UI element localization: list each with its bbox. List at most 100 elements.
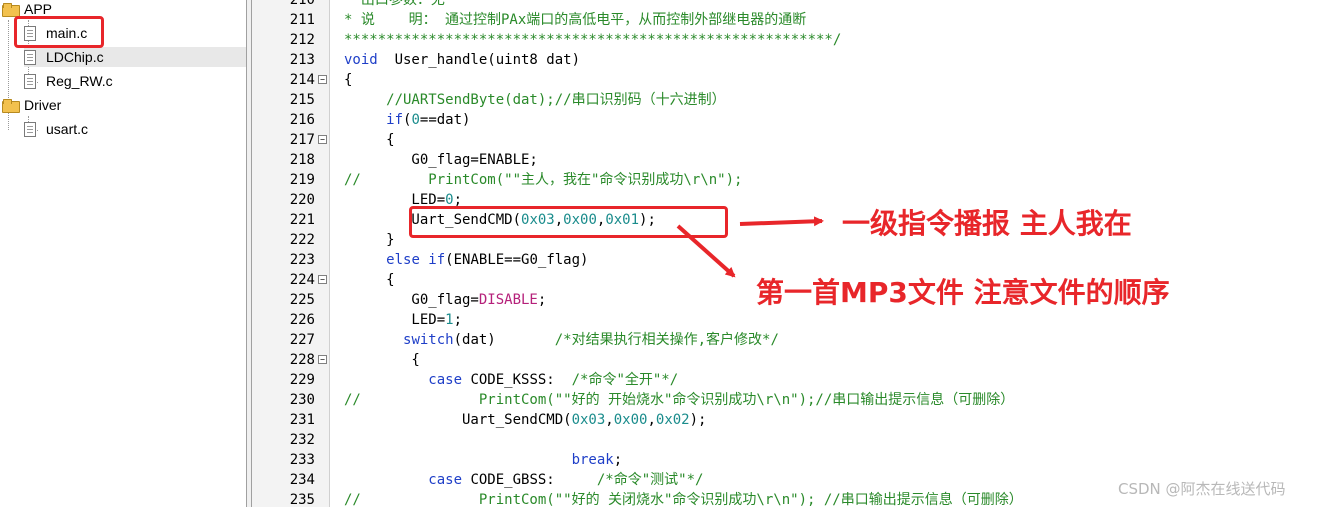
line-number: 228: [289, 352, 315, 368]
code-token: LED=: [344, 312, 446, 328]
line-number: 214: [289, 72, 315, 88]
code-token: //UARTSendByte(dat);//串口识别码（十六进制）: [344, 92, 726, 108]
code-token: ,: [647, 412, 656, 428]
fold-toggle-icon[interactable]: −: [318, 355, 327, 364]
line-number: 218: [289, 152, 315, 168]
line-number: 210: [289, 0, 315, 8]
line-number: 217: [289, 132, 315, 148]
annotation-label-2: 第一首MP3文件 注意文件的顺序: [756, 276, 1170, 309]
code-token: CODE_KSSS:: [462, 372, 572, 388]
code-line: // PrintCom(""好的 开始烧水"命令识别成功\r\n");//串口输…: [344, 390, 1014, 410]
line-number: 223: [289, 252, 315, 268]
code-line: G0_flag=DISABLE;: [344, 290, 546, 310]
code-token: break: [571, 452, 614, 468]
line-number: 222: [289, 232, 315, 248]
line-number: 234: [289, 472, 315, 488]
code-token: User_handle(uint8 dat): [377, 52, 581, 68]
code-token: /*对结果执行相关操作,客户修改*/: [554, 332, 779, 348]
line-number: 221: [289, 212, 315, 228]
code-token: /*命令"全开"*/: [571, 372, 679, 388]
code-line: {: [344, 350, 420, 370]
code-line: LED=1;: [344, 310, 462, 330]
line-number: 231: [289, 412, 315, 428]
code-line: void User_handle(uint8 dat): [344, 50, 580, 70]
code-token: if: [386, 112, 404, 128]
tree-folder-driver[interactable]: Driver: [2, 95, 61, 115]
code-line: {: [344, 70, 352, 90]
tree-file-ldchip-c[interactable]: LDChip.c: [24, 47, 246, 67]
code-line: case CODE_KSSS: /*命令"全开"*/: [344, 370, 678, 390]
tree-item-label: APP: [24, 1, 53, 17]
watermark: CSDN @阿杰在线送代码: [1118, 480, 1286, 498]
code-line: Uart_SendCMD(0x03,0x00,0x02);: [344, 410, 706, 430]
code-token: ,: [605, 412, 614, 428]
line-number: 220: [289, 192, 315, 208]
code-token: {: [344, 352, 420, 368]
code-line: switch(dat) /*对结果执行相关操作,客户修改*/: [344, 330, 779, 350]
line-number: 229: [289, 372, 315, 388]
folder-icon: [2, 99, 20, 113]
line-number: 215: [289, 92, 315, 108]
code-token: ;: [537, 292, 547, 308]
line-number: 230: [289, 392, 315, 408]
file-icon: [24, 121, 36, 137]
code-token: // PrintCom(""好的 关闭烧水"命令识别成功\r\n"); //串口…: [344, 492, 1023, 507]
code-line: * 说 明： 通过控制PAx端口的高低电平，从而控制外部继电器的通断: [344, 10, 806, 30]
tree-item-label: LDChip.c: [46, 49, 104, 65]
code-token: case: [428, 472, 463, 488]
code-token: {: [344, 132, 395, 148]
file-icon: [24, 73, 36, 89]
code-token: 0: [411, 112, 420, 128]
code-editor[interactable]: * 出口参数：无 * 说 明： 通过控制PAx端口的高低电平，从而控制外部继电器的…: [330, 0, 1327, 507]
code-token: G0_flag=ENABLE;: [344, 152, 538, 168]
code-token: DISABLE: [478, 292, 538, 308]
code-token: {: [344, 272, 395, 288]
line-number: 232: [289, 432, 315, 448]
code-token: // PrintCom(""主人，我在"命令识别成功\r\n");: [344, 172, 743, 188]
code-token: ;: [613, 452, 623, 468]
code-token: Uart_SendCMD(: [344, 412, 572, 428]
code-token: }: [344, 232, 395, 248]
code-token: case: [428, 372, 463, 388]
highlight-box-uart-sendcmd: [409, 206, 728, 238]
code-token: 0x00: [613, 412, 648, 428]
code-token: {: [344, 72, 353, 88]
line-number: 233: [289, 452, 315, 468]
fold-toggle-icon[interactable]: −: [318, 275, 327, 284]
line-number-gutter: 210 211 212 213 214−215 216 217−218 219 220 221 22…: [252, 0, 330, 507]
code-token: (dat): [453, 332, 555, 348]
code-token: else if: [386, 252, 446, 268]
code-token: ****************************************…: [344, 32, 842, 48]
code-line: else if(ENABLE==G0_flag): [344, 250, 588, 270]
annotation-label-1: 一级指令播报 主人我在: [842, 207, 1132, 240]
fold-toggle-icon[interactable]: −: [318, 135, 327, 144]
tree-file-usart-c[interactable]: usart.c: [24, 119, 88, 139]
code-token: ;: [453, 312, 463, 328]
line-number: 211: [289, 12, 315, 28]
line-number: 235: [289, 492, 315, 507]
code-token: (ENABLE==G0_flag): [445, 252, 589, 268]
code-token: 0x02: [655, 412, 690, 428]
code-line: if(0==dat): [344, 110, 470, 130]
project-tree: APP main.c LDChip.c Reg_RW.c Driver usar…: [0, 0, 246, 507]
file-icon: [24, 49, 36, 65]
code-line: }: [344, 230, 395, 250]
line-number: 226: [289, 312, 315, 328]
code-token: * 说 明： 通过控制PAx端口的高低电平，从而控制外部继电器的通断: [344, 12, 807, 28]
tree-item-label: usart.c: [46, 121, 89, 137]
code-token: 0x03: [571, 412, 606, 428]
line-number: 224: [289, 272, 315, 288]
tree-file-reg-rw-c[interactable]: Reg_RW.c: [24, 71, 113, 91]
fold-toggle-icon[interactable]: −: [318, 75, 327, 84]
tree-item-label: Driver: [24, 97, 62, 113]
line-number: 216: [289, 112, 315, 128]
code-line: {: [344, 270, 395, 290]
line-number: 227: [289, 332, 315, 348]
code-line: //UARTSendByte(dat);//串口识别码（十六进制）: [344, 90, 726, 110]
line-number: 213: [289, 52, 315, 68]
